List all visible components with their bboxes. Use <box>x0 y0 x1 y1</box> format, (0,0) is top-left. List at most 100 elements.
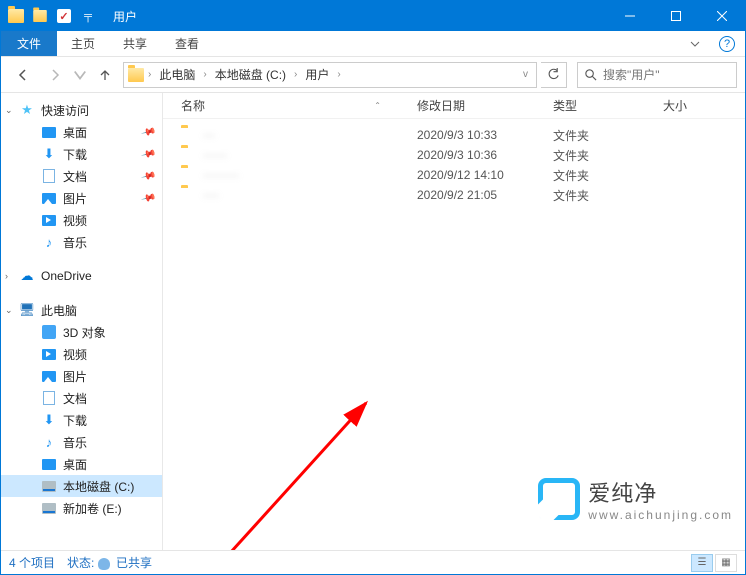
list-item[interactable]: ··· 2020/9/3 10:33 文件夹 <box>163 125 745 145</box>
onedrive-icon: ☁ <box>19 268 35 284</box>
refresh-button[interactable] <box>541 62 567 88</box>
status-state: 状态: 已共享 <box>67 554 152 571</box>
pin-icon: 📌 <box>140 190 156 206</box>
tab-home[interactable]: 主页 <box>57 31 109 56</box>
help-icon[interactable]: ? <box>719 36 735 52</box>
video-icon <box>41 212 57 228</box>
folder-icon <box>181 188 197 202</box>
music-icon: ♪ <box>41 234 57 250</box>
pc-icon: 🖥 <box>19 302 35 318</box>
folder-icon <box>128 68 144 82</box>
breadcrumb-segment[interactable]: 此电脑 <box>153 63 201 87</box>
sidebar-item-disk-c[interactable]: 本地磁盘 (C:) <box>1 475 162 497</box>
search-icon <box>584 68 597 81</box>
sidebar-item-music[interactable]: ♪音乐 <box>1 431 162 453</box>
desktop-icon <box>41 456 57 472</box>
sidebar-item-music[interactable]: ♪音乐 <box>1 231 162 253</box>
breadcrumb-segment[interactable]: 本地磁盘 (C:) <box>209 63 292 87</box>
chevron-right-icon[interactable]: › <box>335 69 342 80</box>
sidebar-item-pictures[interactable]: 图片📌 <box>1 187 162 209</box>
address-dropdown-icon[interactable]: v <box>517 63 534 87</box>
chevron-down-icon[interactable]: ⌄ <box>5 105 13 116</box>
document-icon <box>41 390 57 406</box>
col-size[interactable]: 大小 <box>655 97 735 114</box>
col-type[interactable]: 类型 <box>545 97 655 114</box>
folder-icon <box>181 148 197 162</box>
tab-view[interactable]: 查看 <box>161 31 213 56</box>
close-button[interactable] <box>699 1 745 31</box>
desktop-icon <box>41 124 57 140</box>
list-item[interactable]: ···· 2020/9/2 21:05 文件夹 <box>163 185 745 205</box>
item-count: 4 个项目 <box>9 554 55 571</box>
folder-icon <box>181 168 197 182</box>
sidebar-item-downloads[interactable]: ⬇下载📌 <box>1 143 162 165</box>
explorer-window: ✓ ╤ 用户 文件 主页 共享 查看 ? › 此电脑 › 本地磁盘 (C:) › <box>0 0 746 575</box>
file-tab[interactable]: 文件 <box>1 31 57 56</box>
disk-icon <box>41 500 57 516</box>
sidebar-item-videos[interactable]: 视频 <box>1 209 162 231</box>
sidebar-item-downloads[interactable]: ⬇下载 <box>1 409 162 431</box>
expand-ribbon-icon[interactable] <box>681 31 709 56</box>
check-icon[interactable]: ✓ <box>53 5 75 27</box>
sidebar-item-desktop[interactable]: 桌面📌 <box>1 121 162 143</box>
window-title: 用户 <box>113 8 607 25</box>
video-icon <box>41 346 57 362</box>
minimize-button[interactable] <box>607 1 653 31</box>
sidebar-item-3d[interactable]: 3D 对象 <box>1 321 162 343</box>
tab-share[interactable]: 共享 <box>109 31 161 56</box>
window-controls <box>607 1 745 31</box>
list-item[interactable]: ······ 2020/9/3 10:36 文件夹 <box>163 145 745 165</box>
sidebar-item-videos[interactable]: 视频 <box>1 343 162 365</box>
search-placeholder: 搜索"用户" <box>603 66 660 83</box>
chevron-right-icon[interactable]: › <box>201 69 208 80</box>
list-item[interactable]: ········· 2020/9/12 14:10 文件夹 <box>163 165 745 185</box>
title-bar: ✓ ╤ 用户 <box>1 1 745 31</box>
content-area: 名称⌃ 修改日期 类型 大小 ··· 2020/9/3 10:33 文件夹 ··… <box>163 93 745 550</box>
details-view-button[interactable]: ☰ <box>691 554 713 572</box>
navigation-pane: ⌄ ★ 快速访问 桌面📌 ⬇下载📌 文档📌 图片📌 视频 ♪音乐 › ☁ One… <box>1 93 163 550</box>
download-icon: ⬇ <box>41 412 57 428</box>
3d-icon <box>41 324 57 340</box>
download-icon: ⬇ <box>41 146 57 162</box>
sidebar-item-documents[interactable]: 文档 <box>1 387 162 409</box>
search-box[interactable]: 搜索"用户" <box>577 62 737 88</box>
maximize-button[interactable] <box>653 1 699 31</box>
chevron-right-icon[interactable]: › <box>292 69 299 80</box>
sort-indicator-icon: ⌃ <box>374 101 381 110</box>
sidebar-item-disk-e[interactable]: 新加卷 (E:) <box>1 497 162 519</box>
back-button[interactable] <box>9 61 37 89</box>
music-icon: ♪ <box>41 434 57 450</box>
pin-icon: 📌 <box>140 146 156 162</box>
properties-icon[interactable] <box>29 5 51 27</box>
chevron-right-icon[interactable]: › <box>5 271 8 281</box>
sidebar-item-desktop[interactable]: 桌面 <box>1 453 162 475</box>
status-bar: 4 个项目 状态: 已共享 ☰ ▦ <box>1 550 745 574</box>
sidebar-item-documents[interactable]: 文档📌 <box>1 165 162 187</box>
address-bar[interactable]: › 此电脑 › 本地磁盘 (C:) › 用户 › v <box>123 62 537 88</box>
chevron-down-icon[interactable]: ⌄ <box>5 305 13 316</box>
document-icon <box>41 168 57 184</box>
up-button[interactable] <box>91 61 119 89</box>
star-icon: ★ <box>19 102 35 118</box>
qat-dropdown-icon[interactable]: ╤ <box>77 5 99 27</box>
onedrive[interactable]: › ☁ OneDrive <box>1 265 162 287</box>
chevron-right-icon[interactable]: › <box>146 69 153 80</box>
watermark: 爱纯净 www.aichunjing.com <box>538 476 733 522</box>
recent-dropdown-icon[interactable] <box>73 61 87 89</box>
folder-icon <box>5 5 27 27</box>
quick-access-toolbar: ✓ ╤ <box>1 5 103 27</box>
pin-icon: 📌 <box>140 168 156 184</box>
sidebar-item-pictures[interactable]: 图片 <box>1 365 162 387</box>
body: ⌄ ★ 快速访问 桌面📌 ⬇下载📌 文档📌 图片📌 视频 ♪音乐 › ☁ One… <box>1 93 745 550</box>
shared-icon <box>98 558 110 570</box>
icons-view-button[interactable]: ▦ <box>715 554 737 572</box>
pictures-icon <box>41 190 57 206</box>
col-name[interactable]: 名称⌃ <box>173 97 409 114</box>
forward-button[interactable] <box>41 61 69 89</box>
quick-access[interactable]: ⌄ ★ 快速访问 <box>1 99 162 121</box>
pictures-icon <box>41 368 57 384</box>
folder-icon <box>181 128 197 142</box>
breadcrumb-segment[interactable]: 用户 <box>299 63 335 87</box>
this-pc[interactable]: ⌄ 🖥 此电脑 <box>1 299 162 321</box>
col-date[interactable]: 修改日期 <box>409 97 545 114</box>
